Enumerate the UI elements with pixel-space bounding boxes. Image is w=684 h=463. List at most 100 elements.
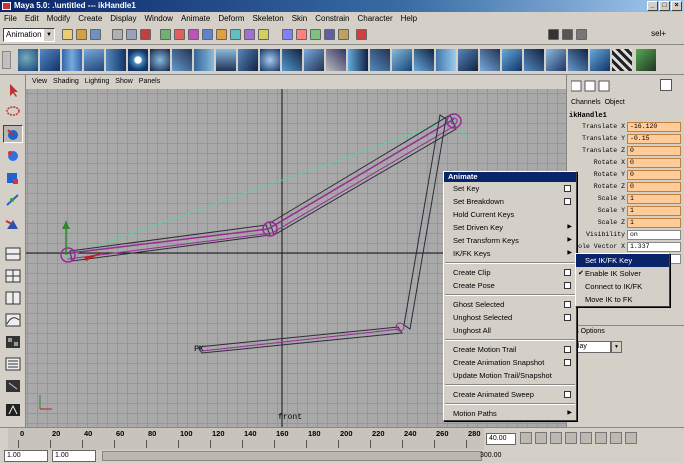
step-forward-button[interactable] (595, 432, 607, 444)
mask-surface-icon[interactable] (202, 29, 213, 40)
make-live-icon[interactable] (338, 29, 349, 40)
menu-create[interactable]: Create (74, 12, 106, 25)
render-globals-icon[interactable] (576, 29, 587, 40)
mask-misc-icon[interactable] (258, 29, 269, 40)
layer-editor-menubar[interactable]: ers Options (567, 325, 684, 337)
menu-deform[interactable]: Deform (214, 12, 248, 25)
shelf-tab-handle[interactable] (2, 51, 11, 69)
menu-item-enable-ik-solver[interactable]: ✔ Enable IK Solver (576, 267, 669, 280)
layout-single-icon[interactable] (3, 245, 23, 263)
menu-item-connect-to-ik-fk[interactable]: Connect to IK/FK (576, 280, 669, 293)
snap-point-icon[interactable] (310, 29, 321, 40)
menu-item-unghost-selected[interactable]: Unghost Selected (444, 311, 576, 324)
attr-value-field[interactable]: 1 (627, 218, 681, 228)
attr-value-field[interactable]: -16.120 (627, 122, 681, 132)
menu-item-create-clip[interactable]: Create Clip (444, 266, 576, 279)
cbox-menu-object[interactable]: Object (603, 97, 627, 109)
render-frame-icon[interactable] (548, 29, 559, 40)
menu-item-set-key[interactable]: Set Key (444, 182, 576, 195)
start-time-field[interactable]: 1.00 (4, 450, 48, 462)
menu-skeleton[interactable]: Skeleton (249, 12, 288, 25)
attr-value-field[interactable]: 0 (627, 170, 681, 180)
select-object-icon[interactable] (126, 29, 137, 40)
move-tool-icon[interactable] (3, 125, 23, 143)
menu-edit[interactable]: Edit (21, 12, 43, 25)
attr-value-field[interactable]: 1.337 (627, 242, 681, 252)
menu-item-create-animation-snapshot[interactable]: Create Animation Snapshot (444, 356, 576, 369)
menu-item-set-driven-key[interactable]: Set Driven Key ▶ (444, 221, 576, 234)
go-to-start-button[interactable] (520, 432, 532, 444)
select-tool-icon[interactable] (3, 81, 23, 99)
poly-cone-icon[interactable] (216, 49, 236, 71)
panel-menu-show[interactable]: Show (112, 75, 136, 89)
mask-render-icon[interactable] (244, 29, 255, 40)
menu-item-ik-fk-keys[interactable]: IK/FK Keys ▶ (444, 247, 576, 260)
attr-value-field[interactable]: 0 (627, 146, 681, 156)
panel-menu-shading[interactable]: Shading (50, 75, 82, 89)
layout-hypershade-icon[interactable] (3, 333, 23, 351)
lasso-tool-icon[interactable] (3, 103, 23, 121)
menu-display[interactable]: Display (106, 12, 140, 25)
option-box-icon[interactable] (564, 282, 571, 289)
intersect-icon[interactable] (568, 49, 588, 71)
poly-plane-icon[interactable] (238, 49, 258, 71)
snap-view-icon[interactable] (324, 29, 335, 40)
bevel-icon[interactable] (392, 49, 412, 71)
option-box-icon[interactable] (564, 269, 571, 276)
attach-icon[interactable] (458, 49, 478, 71)
shader-icon[interactable] (636, 49, 656, 71)
minimize-button[interactable]: _ (647, 1, 658, 11)
mask-dynamic-icon[interactable] (230, 29, 241, 40)
maximize-button[interactable]: □ (659, 1, 670, 11)
menu-set-dropdown[interactable]: Animation ▼ (3, 28, 55, 42)
project-icon[interactable] (546, 49, 566, 71)
attr-value-field[interactable]: 0 (627, 158, 681, 168)
menu-item-motion-paths[interactable]: Motion Paths ▶ (444, 407, 576, 420)
birail-icon[interactable] (370, 49, 390, 71)
loft-icon[interactable] (304, 49, 324, 71)
menu-help[interactable]: Help (397, 12, 421, 25)
layout-four-icon[interactable] (3, 267, 23, 285)
go-to-end-button[interactable] (625, 432, 637, 444)
menu-modify[interactable]: Modify (43, 12, 75, 25)
extrude-icon[interactable] (282, 49, 302, 71)
time-slider-track[interactable]: 0 20 40 60 80 100 120 140 160 180 200 220 240 260 280 (8, 428, 484, 450)
cbox-toggle-icons[interactable] (571, 80, 627, 92)
menu-item-set-breakdown[interactable]: Set Breakdown (444, 195, 576, 208)
history-icon[interactable] (356, 29, 367, 40)
menu-item-create-motion-trail[interactable]: Create Motion Trail (444, 343, 576, 356)
snap-curve-icon[interactable] (296, 29, 307, 40)
menu-item-ghost-selected[interactable]: Ghost Selected (444, 298, 576, 311)
mask-handle-icon[interactable] (160, 29, 171, 40)
manipulator-icon[interactable] (3, 191, 23, 209)
panel-menu-panels[interactable]: Panels (136, 75, 163, 89)
mask-deform-icon[interactable] (216, 29, 227, 40)
option-box-icon[interactable] (564, 198, 571, 205)
attr-value-field[interactable]: 1 (627, 206, 681, 216)
poly-sphere-icon[interactable] (150, 49, 170, 71)
poly-cylinder-icon[interactable] (194, 49, 214, 71)
square-icon[interactable] (436, 49, 456, 71)
snap-grid-icon[interactable] (282, 29, 293, 40)
menu-item-hold-current-keys[interactable]: Hold Current Keys (444, 208, 576, 221)
attr-value-field[interactable]: -0.15 (627, 134, 681, 144)
new-scene-icon[interactable] (62, 29, 73, 40)
menu-constrain[interactable]: Constrain (311, 12, 353, 25)
menu-item-set-ik-fk-key[interactable]: Set IK/FK Key (576, 254, 669, 267)
ipr-render-icon[interactable] (562, 29, 573, 40)
option-box-icon[interactable] (564, 346, 571, 353)
trim-icon[interactable] (524, 49, 544, 71)
menu-item-update-motion-trail-snapshot[interactable]: Update Motion Trail/Snapshot (444, 369, 576, 382)
revolve-icon[interactable] (326, 49, 346, 71)
select-component-icon[interactable] (140, 29, 151, 40)
time-slider[interactable]: 0 20 40 60 80 100 120 140 160 180 200 220 240 260 280 … (0, 427, 684, 450)
menu-item-move-ik-to-fk[interactable]: Move IK to FK (576, 293, 669, 306)
menu-item-unghost-all[interactable]: Unghost All (444, 324, 576, 337)
step-forward-key-button[interactable] (610, 432, 622, 444)
layout-render-icon[interactable] (3, 377, 23, 395)
step-back-key-button[interactable] (535, 432, 547, 444)
selection-field-label[interactable]: sel+ (651, 29, 666, 38)
rebuild-icon[interactable] (502, 49, 522, 71)
rotate-tool-icon[interactable] (3, 147, 23, 165)
menu-item-set-transform-keys[interactable]: Set Transform Keys ▶ (444, 234, 576, 247)
